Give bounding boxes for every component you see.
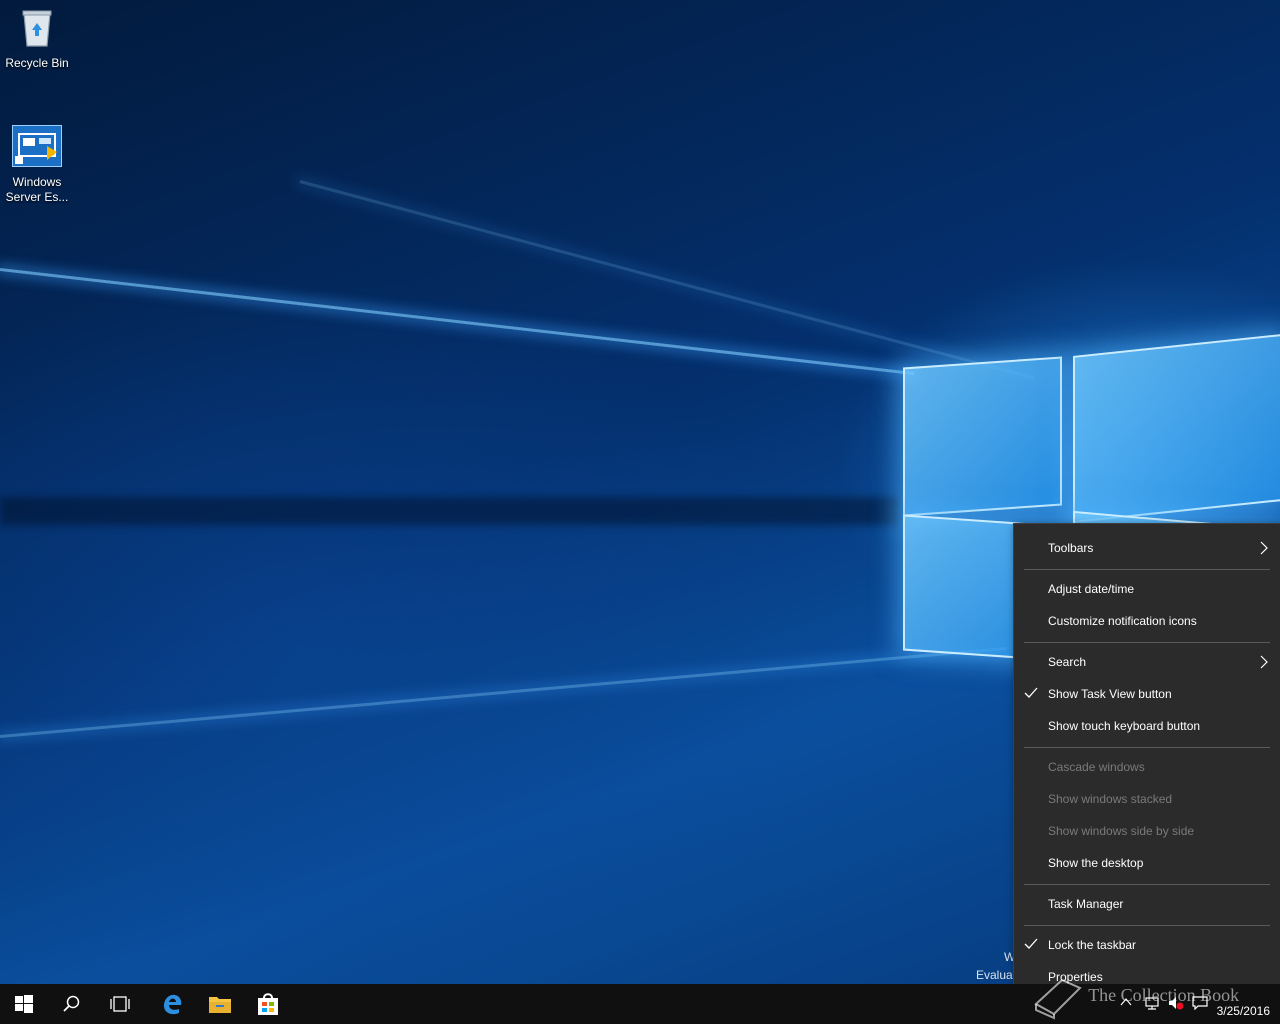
menu-item-toolbars[interactable]: Toolbars (1014, 533, 1280, 563)
menu-item-label: Toolbars (1048, 541, 1094, 555)
menu-item-lock-the-taskbar[interactable]: Lock the taskbar (1014, 930, 1280, 960)
menu-item-show-touch-keyboard-button[interactable]: Show touch keyboard button (1014, 711, 1280, 741)
menu-separator (1024, 569, 1270, 570)
task-view-button[interactable] (96, 984, 144, 1024)
menu-item-label: Search (1048, 655, 1087, 669)
wallpaper-light-beam (0, 646, 1007, 738)
menu-item-customize-notification-icons[interactable]: Customize notification icons (1014, 606, 1280, 636)
wallpaper-shadow-band (0, 497, 900, 525)
menu-item-show-windows-stacked: Show windows stacked (1014, 784, 1280, 814)
edge-icon (164, 994, 182, 1015)
store-icon (258, 993, 278, 1015)
search-icon (63, 995, 80, 1012)
menu-item-label: Show touch keyboard button (1048, 719, 1201, 733)
search-button[interactable] (48, 984, 96, 1024)
taskbar-context-menu: Toolbars Adjust date/time Customize noti… (1013, 523, 1280, 1003)
wallpaper-light-beam (0, 268, 915, 376)
menu-item-label: Task Manager (1048, 897, 1124, 911)
menu-item-label: Show windows stacked (1048, 792, 1173, 806)
desktop-icon-label: Recycle Bin (5, 56, 69, 70)
wallpaper-window-pane (1073, 334, 1280, 523)
menu-item-label: Cascade windows (1048, 760, 1145, 774)
menu-item-task-manager[interactable]: Task Manager (1014, 889, 1280, 919)
menu-separator (1024, 642, 1270, 643)
menu-item-adjust-date-time[interactable]: Adjust date/time (1014, 574, 1280, 604)
menu-separator (1024, 925, 1270, 926)
site-watermark-text: The Collection Book (1088, 985, 1240, 1006)
menu-separator (1024, 747, 1270, 748)
wallpaper-light-beam (299, 180, 1035, 380)
menu-item-label: Adjust date/time (1048, 582, 1135, 596)
desktop-icon-recycle-bin[interactable]: Recycle Bin (0, 8, 74, 71)
wallpaper-window-pane (903, 356, 1062, 517)
menu-item-label: Show the desktop (1048, 856, 1144, 870)
task-view-icon (110, 996, 130, 1012)
site-watermark: The Collection Book (1032, 974, 1239, 1020)
start-icon (15, 995, 33, 1013)
checkmark-icon (1024, 938, 1038, 949)
chevron-right-icon (1260, 655, 1268, 669)
menu-item-show-windows-side-by-side: Show windows side by side (1014, 816, 1280, 846)
menu-item-show-the-desktop[interactable]: Show the desktop (1014, 848, 1280, 878)
evaluation-watermark: Evaluat (976, 968, 1017, 982)
checkmark-icon (1024, 687, 1038, 698)
book-icon (1034, 978, 1082, 1020)
chevron-right-icon (1260, 541, 1268, 555)
menu-item-search[interactable]: Search (1014, 647, 1280, 677)
desktop-icon-windows-server-essentials[interactable]: Windows Server Es... (0, 110, 74, 220)
menu-item-cascade-windows: Cascade windows (1014, 752, 1280, 782)
menu-separator (1024, 884, 1270, 885)
desktop-icon-label: Windows Server Es... (5, 175, 69, 204)
menu-item-label: Show Task View button (1048, 687, 1172, 701)
start-button[interactable] (0, 984, 48, 1024)
file-explorer-taskbar-button[interactable] (196, 984, 244, 1024)
edge-taskbar-button[interactable] (148, 984, 196, 1024)
menu-item-label: Show windows side by side (1048, 824, 1195, 838)
recycle-bin-icon (22, 10, 52, 47)
menu-item-label: Lock the taskbar (1048, 938, 1137, 952)
windows-server-essentials-icon (12, 125, 62, 167)
menu-item-label: Customize notification icons (1048, 614, 1197, 628)
file-explorer-icon (209, 997, 231, 1013)
menu-item-show-task-view-button[interactable]: Show Task View button (1014, 679, 1280, 709)
store-taskbar-button[interactable] (244, 984, 292, 1024)
